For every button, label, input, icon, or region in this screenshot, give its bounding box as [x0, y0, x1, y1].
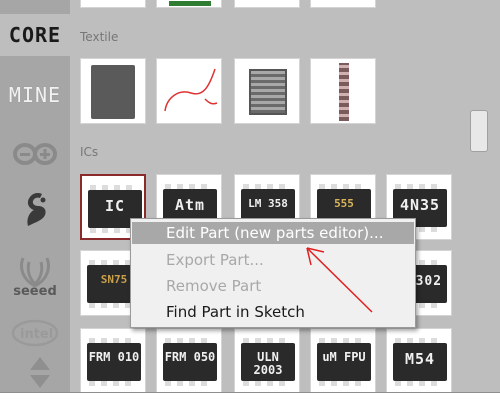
part-tile[interactable] — [310, 0, 376, 8]
tab-intel[interactable]: intel — [0, 312, 70, 354]
parts-bin: CORE MINE seeed intel Textile ICs IC Atm… — [0, 0, 500, 403]
tab-arduino[interactable] — [0, 132, 70, 176]
parts-grid: Textile ICs IC Atm LM 358 555 4N35 SN75 … — [70, 0, 470, 394]
part-tile[interactable]: FRM 050 — [156, 328, 222, 394]
chip-label: FRM 010 — [88, 350, 140, 364]
seeed-icon — [20, 256, 50, 287]
scrollbar-thumb[interactable] — [470, 110, 488, 152]
chip-label: IC — [104, 197, 126, 215]
fritzing-icon — [27, 193, 46, 226]
tab-core-label: CORE — [8, 23, 62, 47]
ic-chip: FRM 010 — [87, 343, 141, 381]
chip-label: LM 358 — [248, 197, 288, 210]
section-title-ics: ICs — [80, 145, 99, 159]
tab-mine[interactable]: MINE — [0, 66, 70, 124]
chip-label: 4N35 — [399, 196, 441, 214]
part-tile[interactable] — [234, 0, 300, 8]
ic-chip: uM FPU — [317, 343, 371, 381]
tab-fritzing[interactable] — [0, 182, 70, 234]
menu-item-find-part[interactable]: Find Part in Sketch — [132, 301, 414, 323]
arrow-down-icon — [30, 375, 50, 388]
chip-label: 555 — [334, 197, 354, 210]
menu-item-export-part[interactable]: Export Part... — [132, 249, 414, 271]
part-tile[interactable]: M54 — [386, 328, 452, 394]
part-tile[interactable] — [234, 58, 300, 124]
chip-label: ULN 2003 — [253, 350, 283, 377]
bin-footer — [0, 393, 500, 403]
tab-mine-label: MINE — [8, 83, 62, 107]
chip-label: M54 — [404, 350, 436, 368]
tab-seeed-label: seeed — [13, 283, 57, 299]
tabs-scroll-down-button[interactable] — [22, 372, 58, 390]
ic-chip: ULN 2003 — [241, 343, 295, 381]
tabs-scroll-up-button[interactable] — [22, 354, 58, 372]
part-tile[interactable] — [156, 58, 222, 124]
part-tile[interactable] — [156, 0, 222, 8]
part-tile[interactable] — [80, 0, 146, 8]
thread-icon — [164, 68, 218, 112]
chip-label: Atm — [174, 196, 206, 214]
part-tile[interactable]: uM FPU — [310, 328, 376, 394]
ic-chip: M54 — [393, 343, 447, 381]
chip-label: uM FPU — [322, 350, 366, 364]
svg-text:intel: intel — [20, 327, 53, 342]
arduino-icon — [13, 143, 57, 165]
parts-scrollbar[interactable] — [470, 0, 500, 393]
part-tile[interactable]: ULN 2003 — [234, 328, 300, 394]
menu-item-edit-part[interactable]: Edit Part (new parts editor)... — [132, 222, 414, 244]
arrow-up-icon — [30, 357, 50, 370]
menu-item-remove-part[interactable]: Remove Part — [132, 275, 414, 297]
bin-tabs: CORE MINE seeed intel — [0, 0, 70, 393]
tab-core[interactable]: CORE — [0, 14, 70, 56]
part-tile[interactable]: FRM 010 — [80, 328, 146, 394]
chip-label: FRM 050 — [164, 350, 216, 364]
part-tile[interactable] — [80, 58, 146, 124]
intel-icon: intel — [11, 319, 59, 347]
tab-seeed[interactable]: seeed — [0, 242, 70, 310]
section-title-textile: Textile — [80, 30, 119, 44]
part-context-menu: Edit Part (new parts editor)... Export P… — [130, 218, 416, 328]
part-tile[interactable] — [310, 58, 376, 124]
ic-chip: FRM 050 — [163, 343, 217, 381]
